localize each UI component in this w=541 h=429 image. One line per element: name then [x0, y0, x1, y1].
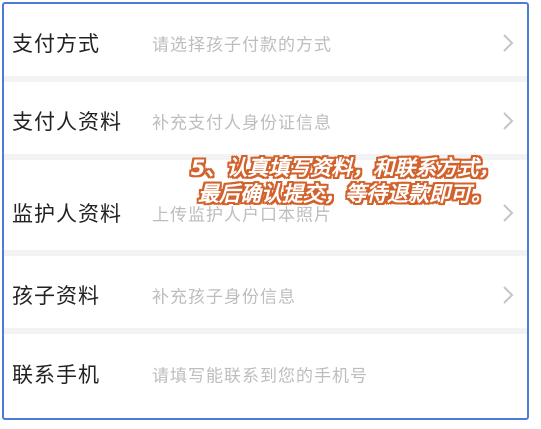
row-label: 监护人资料: [12, 202, 122, 226]
chevron-right-icon: [503, 286, 514, 304]
caption-line-2: 最后确认提交，等待退款即可。: [198, 182, 492, 206]
row-placeholder: 补充支付人身份证信息: [152, 113, 332, 134]
instruction-caption: 5、认真填写资料，和联系方式， 最后确认提交，等待退款即可。: [150, 155, 540, 207]
form-row-payer-info[interactable]: 支付人资料 补充支付人身份证信息: [4, 82, 527, 160]
form-row-payment-method[interactable]: 支付方式 请选择孩子付款的方式: [4, 4, 527, 82]
caption-line-1: 5、认真填写资料，和联系方式，: [190, 156, 500, 180]
row-label: 联系手机: [12, 363, 100, 387]
row-placeholder: 补充孩子身份信息: [152, 287, 296, 308]
form-row-contact-phone[interactable]: 联系手机 请填写能联系到您的手机号: [4, 334, 527, 414]
form-row-child-info[interactable]: 孩子资料 补充孩子身份信息: [4, 256, 527, 334]
phone-input[interactable]: 请填写能联系到您的手机号: [152, 362, 368, 387]
row-label: 孩子资料: [12, 284, 100, 308]
row-label: 支付人资料: [12, 110, 122, 134]
row-label: 支付方式: [12, 32, 100, 56]
chevron-right-icon: [503, 112, 514, 130]
row-placeholder: 请选择孩子付款的方式: [152, 35, 332, 56]
chevron-right-icon: [503, 34, 514, 52]
form-card: 支付方式 请选择孩子付款的方式 支付人资料 补充支付人身份证信息 监护人资料 上…: [2, 2, 529, 420]
